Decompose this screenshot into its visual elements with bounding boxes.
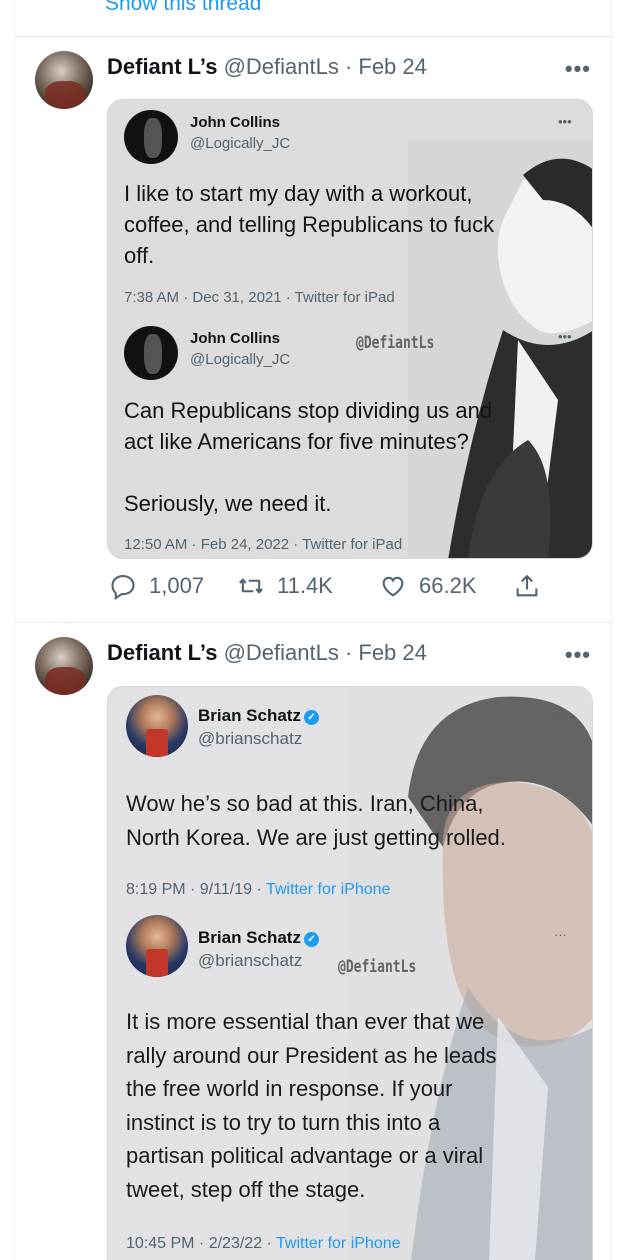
- quoted-more-icon: ···: [554, 705, 567, 720]
- verified-badge-icon: ✓: [303, 932, 319, 947]
- watermark: @DefiantLs: [338, 957, 417, 978]
- verified-badge-icon: ✓: [303, 710, 319, 725]
- watermark: @DefiantLs: [356, 333, 435, 354]
- retweet-icon: [239, 578, 263, 594]
- quoted-avatar: [124, 326, 178, 380]
- quoted-avatar: [124, 110, 178, 164]
- author-name[interactable]: Defiant L’s: [107, 640, 217, 665]
- quoted-tweet-text: I like to start my day with a workout, c…: [124, 178, 494, 271]
- text-line-empty: [124, 457, 492, 488]
- text-line: tweet, step off the stage.: [126, 1176, 366, 1202]
- text-line: partisan political advantage or a viral: [126, 1143, 484, 1168]
- timeline: Show this thread Defiant L’s @DefiantLs …: [14, 0, 613, 1260]
- quoted-more-icon: •••: [558, 114, 572, 129]
- text-line: act like Americans for five minutes?: [124, 429, 469, 454]
- quoted-author-handle: @brianschatz: [198, 729, 303, 748]
- quoted-more-icon: •••: [558, 329, 572, 344]
- quoted-tweet-meta: 7:38 AM · Dec 31, 2021 · Twitter for iPa…: [124, 289, 395, 306]
- quoted-tweet-meta: 12:50 AM · Feb 24, 2022 · Twitter for iP…: [124, 536, 403, 553]
- text-line: rally around our President as he leads: [126, 1042, 497, 1068]
- avatar[interactable]: [35, 51, 93, 109]
- text-line: I like to start my day with a workout,: [124, 181, 473, 206]
- like-icon: [382, 576, 404, 597]
- quoted-more-icon: ···: [554, 927, 567, 942]
- text-line: off.: [124, 243, 155, 268]
- quoted-screenshot[interactable]: Brian Schatz ✓ @brianschatz ··· Wow he’s …: [107, 686, 593, 1260]
- more-options-icon[interactable]: •••: [565, 56, 591, 82]
- retweet-count: 11.4K: [277, 573, 333, 598]
- quoted-tweet-text: Wow he’s so bad at this. Iran, China, No…: [126, 787, 506, 854]
- tweet-timestamp: 10:45 PM · 2/23/22 ·: [126, 1235, 277, 1252]
- like-button[interactable]: 66.2K: [379, 572, 477, 600]
- quoted-author-name: John Collins: [190, 114, 280, 131]
- quoted-author-name: Brian Schatz ✓: [198, 928, 319, 948]
- avatar[interactable]: [35, 637, 93, 695]
- tweet-source-link: Twitter for iPhone: [276, 1235, 401, 1252]
- text-line: North Korea. We are just getting rolled.: [126, 824, 506, 850]
- text-line: Wow he’s so bad at this. Iran, China,: [126, 791, 484, 816]
- quoted-author-name-text: Brian Schatz: [198, 706, 301, 725]
- quoted-author-handle: @Logically_JC: [190, 351, 291, 368]
- quoted-author-name: Brian Schatz ✓: [198, 706, 319, 726]
- text-line: coffee, and telling Republicans to fuck: [124, 212, 495, 237]
- show-thread-link[interactable]: Show this thread: [105, 0, 261, 16]
- text-line: Can Republicans stop dividing us and: [124, 398, 493, 423]
- tweet-source-link: Twitter for iPhone: [265, 881, 391, 898]
- retweet-button[interactable]: 11.4K: [237, 572, 333, 600]
- share-button[interactable]: [513, 572, 541, 600]
- tweet[interactable]: Defiant L’s @DefiantLs · Feb 24 ••• Bria…: [15, 623, 613, 1260]
- quoted-author-handle: @brianschatz: [198, 951, 303, 970]
- author-handle-date[interactable]: @DefiantLs · Feb 24: [224, 640, 427, 665]
- tweet-header: Defiant L’s @DefiantLs · Feb 24: [107, 640, 427, 666]
- share-icon: [516, 575, 538, 597]
- author-handle-date[interactable]: @DefiantLs · Feb 24: [224, 54, 427, 79]
- quoted-avatar: [126, 915, 188, 977]
- text-line: Seriously, we need it.: [124, 491, 332, 516]
- author-name[interactable]: Defiant L’s: [107, 54, 217, 79]
- quoted-author-handle: @Logically_JC: [190, 135, 291, 152]
- reply-count: 1,007: [149, 573, 205, 598]
- quoted-tweet-meta: 10:45 PM · 2/23/22 · Twitter for iPhone: [126, 1235, 401, 1253]
- quoted-tweet-text: It is more essential than ever that we r…: [126, 1005, 497, 1206]
- quoted-tweet-text: Can Republicans stop dividing us and act…: [124, 395, 492, 519]
- reply-button[interactable]: 1,007: [109, 572, 204, 600]
- tweet[interactable]: Defiant L’s @DefiantLs · Feb 24 ••• John…: [15, 37, 613, 622]
- text-line: instinct is to try to turn this into a: [126, 1109, 441, 1135]
- reply-icon: [111, 575, 135, 600]
- text-line: the free world in response. If your: [126, 1076, 453, 1101]
- like-count: 66.2K: [419, 573, 477, 598]
- tweet-timestamp: 8:19 PM · 9/11/19 ·: [126, 881, 266, 898]
- quoted-author-name-text: Brian Schatz: [198, 928, 301, 947]
- quoted-author-name: John Collins: [190, 330, 280, 347]
- quoted-screenshot[interactable]: John Collins @Logically_JC ••• I like to…: [107, 99, 593, 559]
- more-options-icon[interactable]: •••: [565, 642, 591, 668]
- quoted-avatar: [126, 695, 188, 757]
- text-line: It is more essential than ever that we: [126, 1009, 485, 1034]
- tweet-header: Defiant L’s @DefiantLs · Feb 24: [107, 54, 427, 80]
- quoted-tweet-meta: 8:19 PM · 9/11/19 · Twitter for iPhone: [126, 881, 390, 899]
